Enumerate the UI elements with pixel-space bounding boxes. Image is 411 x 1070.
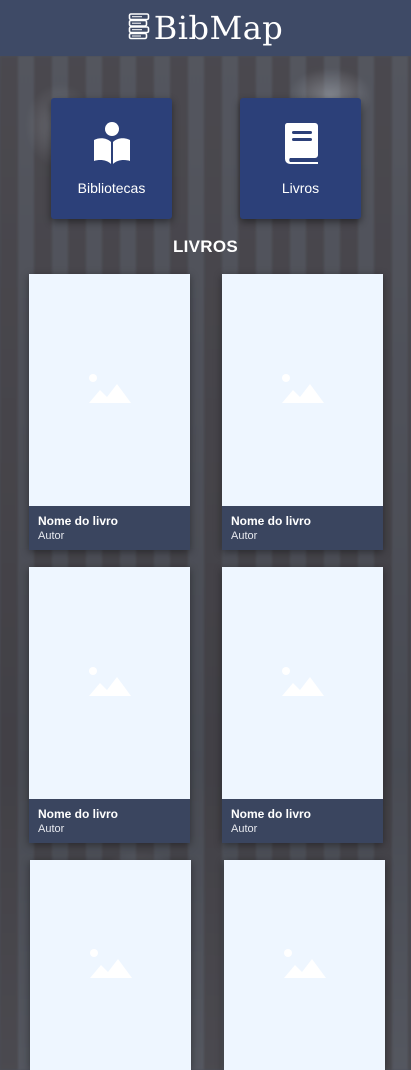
book-cover (29, 274, 190, 506)
image-placeholder-icon (281, 666, 324, 701)
book-card[interactable] (224, 860, 385, 1070)
image-placeholder-icon (281, 373, 324, 408)
book-card[interactable]: Nome do livro Autor (29, 567, 190, 843)
app-title: BibMap (153, 9, 284, 47)
image-placeholder-icon (283, 948, 326, 983)
book-cover (222, 274, 383, 506)
book-info: Nome do livro Autor (222, 799, 383, 843)
book-author: Autor (38, 530, 65, 542)
book-icon (281, 121, 321, 170)
book-info: Nome do livro Autor (29, 799, 190, 843)
book-title: Nome do livro (38, 807, 119, 821)
app-header: BibMap (0, 0, 411, 56)
image-placeholder-icon (88, 373, 131, 408)
book-card[interactable]: Nome do livro Autor (29, 274, 190, 550)
book-cover (30, 860, 191, 1070)
book-title: Nome do livro (231, 807, 312, 821)
libraries-button-label: Bibliotecas (77, 180, 146, 196)
book-cover (222, 567, 383, 799)
section-title: LIVROS (172, 237, 239, 256)
books-button[interactable]: Livros (240, 98, 361, 219)
book-info: Nome do livro Autor (222, 506, 383, 550)
image-placeholder-icon (88, 666, 131, 701)
book-card[interactable]: Nome do livro Autor (222, 567, 383, 843)
book-stack-logo-icon (128, 12, 152, 45)
book-card[interactable]: Nome do livro Autor (222, 274, 383, 550)
book-info: Nome do livro Autor (29, 506, 190, 550)
book-title: Nome do livro (231, 514, 312, 528)
libraries-button[interactable]: Bibliotecas (51, 98, 172, 219)
image-placeholder-icon (89, 948, 132, 983)
book-card[interactable] (30, 860, 191, 1070)
book-author: Autor (231, 823, 258, 835)
book-author: Autor (231, 530, 258, 542)
book-cover (29, 567, 190, 799)
app-logo[interactable]: BibMap (128, 9, 284, 47)
book-cover (224, 860, 385, 1070)
books-button-label: Livros (281, 180, 320, 196)
reader-book-icon (92, 121, 132, 170)
book-author: Autor (38, 823, 65, 835)
book-title: Nome do livro (38, 514, 119, 528)
